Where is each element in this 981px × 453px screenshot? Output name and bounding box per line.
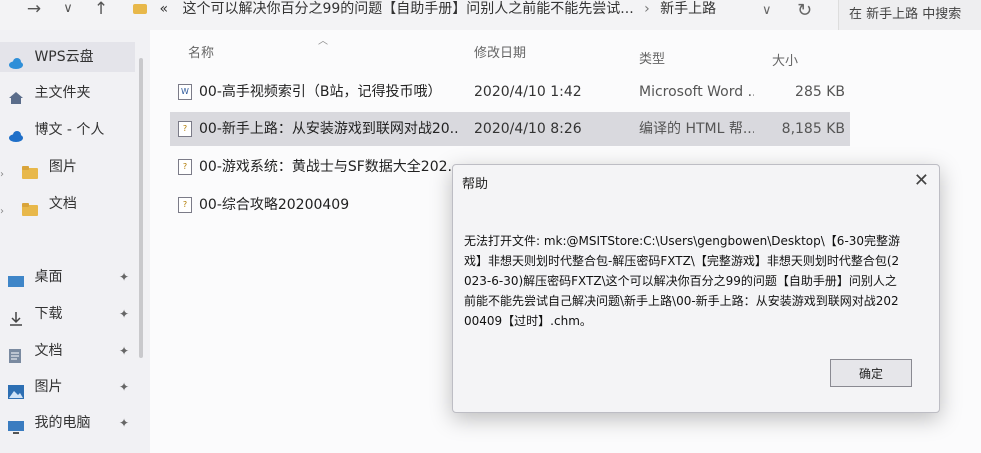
column-header-size[interactable]: 大小: [772, 50, 798, 69]
file-name: 00-新手上路：从安装游戏到联网对战20...: [199, 121, 459, 137]
file-row[interactable]: W 00-高手视频索引（B站，记得投币哦） 2020/4/10 1:42 Mic…: [170, 75, 850, 109]
refresh-icon[interactable]: ↻: [797, 0, 812, 22]
file-type: 编译的 HTML 帮...: [639, 121, 754, 137]
sidebar-item-desktop[interactable]: 桌面 ✦: [0, 262, 135, 292]
sidebar-item-wps-cloud[interactable]: WPS云盘: [0, 42, 135, 72]
sidebar-item-label: 图片: [34, 379, 63, 395]
file-name: 00-游戏系统：黄战士与SF数据大全202...: [199, 159, 459, 175]
file-size: 285 KB: [795, 84, 845, 100]
sidebar-item-pictures-pinned[interactable]: 图片 ✦: [0, 372, 135, 402]
sidebar-item-this-pc[interactable]: 我的电脑 ✦: [0, 408, 135, 438]
sidebar-item-label: 桌面: [34, 269, 63, 285]
chm-file-icon: ?: [178, 197, 192, 213]
sidebar-item-documents[interactable]: › 文档: [0, 189, 135, 219]
file-name: 00-综合攻略20200409: [199, 197, 350, 213]
sidebar-item-label: 文档: [48, 196, 77, 212]
sidebar-item-label: 文档: [34, 343, 63, 359]
back-arrow-icon[interactable]: →: [22, 0, 46, 24]
pin-icon[interactable]: ✦: [119, 408, 129, 438]
expand-chevron-icon[interactable]: ›: [0, 197, 6, 217]
pin-icon[interactable]: ✦: [119, 299, 129, 329]
picture-icon: [8, 380, 24, 399]
sidebar-item-label: 我的电脑: [34, 415, 91, 431]
toolbar: → ∨ ↑ « 这个可以解决你百分之99的问题【自助手册】问别人之前能不能先尝试…: [0, 0, 981, 30]
navigation-pane: WPS云盘 主文件夹 博文 - 个人 › 图片 › 文档 桌面 ✦ 下载 ✦ 文…: [0, 30, 150, 453]
pin-icon[interactable]: ✦: [119, 336, 129, 366]
sidebar-item-label: 图片: [48, 159, 77, 175]
address-bar[interactable]: « 这个可以解决你百分之99的问题【自助手册】问别人之前能不能先尝试... › …: [133, 0, 823, 26]
sidebar-item-home[interactable]: 主文件夹: [0, 78, 135, 108]
chm-file-icon: ?: [178, 121, 192, 137]
sort-ascending-icon: ︿: [318, 36, 328, 47]
column-header-type[interactable]: 类型: [639, 48, 665, 67]
up-arrow-icon[interactable]: ↑: [89, 0, 113, 24]
sidebar-item-label: 博文 - 个人: [34, 122, 105, 138]
sidebar-item-label: 下载: [34, 306, 63, 322]
expand-chevron-icon[interactable]: ›: [0, 160, 6, 180]
folder-icon: [133, 4, 147, 14]
breadcrumb-separator-icon: ›: [644, 1, 650, 17]
file-size: 8,185 KB: [781, 121, 845, 137]
dialog-message: 无法打开文件: mk:@MSITStore:C:\Users\gengbowen…: [464, 234, 901, 328]
search-input[interactable]: 在 新手上路 中搜索: [838, 0, 981, 30]
sidebar-scrollbar[interactable]: [139, 58, 143, 358]
folder-icon: [22, 197, 39, 216]
address-dropdown-icon[interactable]: ∨: [762, 0, 772, 22]
address-segment-parent[interactable]: 这个可以解决你百分之99的问题【自助手册】问别人之前能不能先尝试...: [182, 1, 633, 17]
dialog-title: 帮助: [462, 177, 489, 192]
sidebar-item-pictures[interactable]: › 图片: [0, 152, 135, 182]
word-doc-icon: W: [178, 84, 192, 100]
close-icon[interactable]: ✕: [914, 171, 929, 191]
desktop-icon: [8, 270, 24, 287]
chm-file-icon: ?: [178, 159, 192, 175]
download-icon: [8, 307, 24, 326]
file-type: Microsoft Word ...: [639, 84, 754, 100]
folder-icon: [22, 160, 39, 179]
pin-icon[interactable]: ✦: [119, 372, 129, 402]
document-icon: [8, 344, 24, 363]
pin-icon[interactable]: ✦: [119, 262, 129, 292]
ok-button[interactable]: 确定: [830, 359, 912, 387]
history-dropdown-icon[interactable]: ∨: [56, 0, 80, 24]
home-icon: [8, 86, 24, 104]
sidebar-item-downloads[interactable]: 下载 ✦: [0, 299, 135, 329]
file-row-selected[interactable]: ? 00-新手上路：从安装游戏到联网对战20... 2020/4/10 8:26…: [170, 112, 850, 146]
column-header-date[interactable]: 修改日期: [474, 42, 526, 61]
sidebar-item-label: WPS云盘: [34, 49, 94, 65]
file-date: 2020/4/10 8:26: [474, 121, 582, 137]
cloud-icon: [8, 50, 24, 69]
cloud-icon: [8, 123, 24, 142]
help-error-dialog: 帮助 ✕ 无法打开文件: mk:@MSITStore:C:\Users\geng…: [452, 164, 940, 413]
column-header-name[interactable]: 名称: [188, 42, 214, 61]
address-segment-current[interactable]: 新手上路: [660, 1, 716, 17]
file-name: 00-高手视频索引（B站，记得投币哦）: [199, 84, 442, 100]
address-overflow[interactable]: «: [159, 1, 168, 17]
sidebar-item-documents-pinned[interactable]: 文档 ✦: [0, 336, 135, 366]
sidebar-item-onedrive[interactable]: 博文 - 个人: [0, 115, 135, 145]
sidebar-item-label: 主文件夹: [34, 85, 91, 101]
computer-icon: [8, 416, 24, 434]
file-date: 2020/4/10 1:42: [474, 84, 582, 100]
